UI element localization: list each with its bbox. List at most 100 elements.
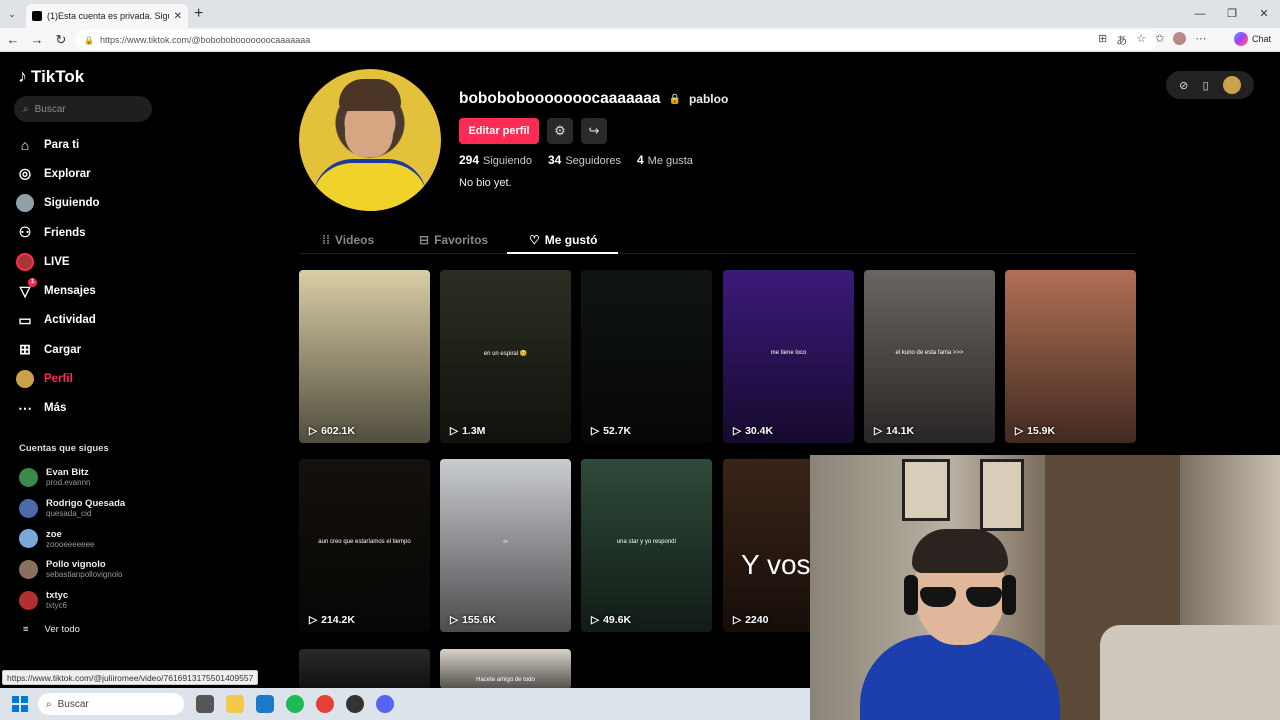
video-card[interactable]: una star y yo respondí ▷ 49.6K: [581, 459, 712, 632]
coins-icon[interactable]: ⊘: [1179, 79, 1188, 92]
close-tab-icon[interactable]: ✕: [174, 11, 182, 22]
url-text: https://www.tiktok.com/@boboboboooooooca…: [99, 35, 311, 45]
messages-icon: ▽ 1: [16, 278, 37, 300]
following-stat[interactable]: 294 Siguiendo: [459, 153, 532, 167]
profile-avatar-icon[interactable]: [1173, 32, 1187, 45]
tab-favoritos[interactable]: ⊟ Favoritos: [419, 226, 488, 254]
restore-button[interactable]: ❐: [1216, 0, 1248, 28]
followers-stat[interactable]: 34 Seguidores: [548, 153, 621, 167]
video-caption: el kuno de esta fama >>>: [895, 349, 964, 356]
likes-stat: 4 Me gusta: [636, 153, 693, 167]
view-count: ▷ 30.4K: [733, 425, 774, 437]
play-icon: ▷: [591, 425, 600, 437]
video-card[interactable]: en un espiral 😊 ▷ 1.3M: [440, 270, 571, 443]
menu-dots-icon[interactable]: ⋯: [1195, 32, 1206, 48]
settings-button[interactable]: ⚙: [547, 118, 573, 144]
favorites-icon[interactable]: ✩: [1155, 32, 1164, 48]
avatar: [19, 467, 38, 487]
share-button[interactable]: ↪: [581, 118, 607, 144]
video-caption: aun creo que estaríamos el tiempo: [318, 538, 411, 545]
video-card[interactable]: me tiene loco ▷ 30.4K: [723, 270, 854, 443]
video-card[interactable]: el kuno de esta fama >>> ▷ 14.1K: [864, 270, 995, 443]
back-button[interactable]: ←: [4, 31, 22, 49]
tiktok-favicon-icon: [32, 11, 42, 21]
view-count: ▷ 49.6K: [591, 614, 632, 626]
avatar: [19, 559, 38, 579]
video-card[interactable]: [299, 649, 430, 689]
link-status-bar: https://www.tiktok.com/@juliiromee/video…: [2, 670, 259, 685]
sidebar-item-mas[interactable]: ⋯ Más: [16, 394, 176, 423]
play-icon: ▷: [309, 614, 318, 626]
video-card[interactable]: ▷ 15.9K: [1005, 270, 1136, 443]
friends-icon: ⚇: [18, 224, 32, 241]
site-info-icon[interactable]: 🔒: [84, 36, 94, 45]
tab-list-chevron-icon[interactable]: ⌄: [4, 6, 20, 22]
tab-me-gusto[interactable]: ♡ Me gustó: [529, 226, 597, 254]
heart-icon: ♡: [529, 233, 540, 247]
translate-icon[interactable]: あ: [1116, 32, 1127, 48]
sidebar-item-mensajes[interactable]: ▽ 1 Mensajes: [16, 276, 176, 305]
chrome-icon[interactable]: [316, 695, 334, 713]
profile-tabs: ⁞⁞ Videos ⊟ Favoritos ♡ Me gustó: [299, 226, 1135, 254]
tab-videos[interactable]: ⁞⁞ Videos: [322, 226, 374, 254]
following-item[interactable]: txtyc txtyc6: [19, 585, 125, 616]
file-explorer-icon[interactable]: [226, 695, 244, 713]
browser-tab-tiktok[interactable]: (1)Esta cuenta es privada. Sigue es ✕: [26, 4, 188, 28]
sidebar-item-actividad[interactable]: ▭ Actividad: [16, 306, 176, 335]
video-card[interactable]: aun creo que estaríamos el tiempo ▷ 214.2K: [299, 459, 430, 632]
video-card[interactable]: ∞ ▷ 155.6K: [440, 459, 571, 632]
video-card[interactable]: ▷ 602.1K: [299, 270, 430, 443]
copilot-chat-button[interactable]: Chat: [1234, 32, 1271, 46]
forward-button[interactable]: →: [28, 31, 46, 49]
following-item[interactable]: zoe zoooeeeeeee: [19, 523, 125, 554]
gear-icon: ⚙: [554, 123, 566, 138]
minimize-button[interactable]: —: [1184, 0, 1216, 28]
copilot-icon: [1234, 32, 1248, 46]
activity-icon: ▭: [18, 311, 32, 328]
app-available-icon[interactable]: ⊞: [1098, 32, 1107, 48]
view-count: ▷ 602.1K: [309, 425, 355, 437]
edge-icon[interactable]: [256, 695, 274, 713]
active-tab-indicator: [507, 252, 618, 254]
sidebar-item-live[interactable]: LIVE: [16, 247, 176, 276]
video-card[interactable]: Hacete amigo de todo: [440, 649, 571, 689]
new-tab-button[interactable]: +: [194, 4, 203, 24]
unread-badge: 1: [28, 278, 37, 288]
search-input[interactable]: ⌕ Buscar: [14, 96, 152, 122]
see-all-button[interactable]: ≡ Ver todo: [23, 624, 80, 635]
video-card[interactable]: ▷ 52.7K: [581, 270, 712, 443]
sidebar-item-siguiendo[interactable]: Siguiendo: [16, 189, 176, 218]
task-view-icon[interactable]: [196, 695, 214, 713]
edit-profile-button[interactable]: Editar perfil: [459, 118, 539, 144]
reload-button[interactable]: ↻: [52, 31, 70, 49]
device-icon[interactable]: ▯: [1203, 79, 1209, 92]
sidebar-item-perfil[interactable]: Perfil: [16, 364, 176, 393]
view-count: ▷ 14.1K: [874, 425, 915, 437]
taskbar-search-input[interactable]: ⌕ Buscar: [38, 693, 184, 715]
following-item[interactable]: Pollo vignolo sebastianpollovignolo: [19, 554, 125, 585]
favorite-star-icon[interactable]: ☆: [1136, 32, 1146, 48]
sidebar-item-para-ti[interactable]: ⌂ Para ti: [16, 130, 176, 159]
tiktok-logo[interactable]: ♪ TikTok: [18, 66, 84, 87]
following-item[interactable]: Rodrigo Quesada quesada_cid: [19, 493, 125, 524]
sidebar-item-explorar[interactable]: ◎ Explorar: [16, 159, 176, 188]
avatar: [19, 529, 38, 549]
address-bar-row: ← → ↻ 🔒 https://www.tiktok.com/@bobobobo…: [0, 28, 1280, 52]
close-window-button[interactable]: ✕: [1248, 0, 1280, 28]
windows-start-icon[interactable]: [12, 696, 28, 712]
url-field[interactable]: 🔒 https://www.tiktok.com/@bobobobooooooo…: [76, 30, 1158, 50]
home-icon: ⌂: [20, 136, 30, 153]
tiktok-note-icon: ♪: [18, 66, 27, 86]
discord-icon[interactable]: [376, 695, 394, 713]
video-overlay-text: Y vos: [741, 549, 811, 580]
sidebar-item-friends[interactable]: ⚇ Friends: [16, 218, 176, 247]
spotify-icon[interactable]: [286, 695, 304, 713]
obs-icon[interactable]: [346, 695, 364, 713]
tab-title: (1)Esta cuenta es privada. Sigue es: [47, 11, 169, 21]
avatar: [19, 498, 38, 518]
sidebar-item-cargar[interactable]: ⊞ Cargar: [16, 335, 176, 364]
profile-picture[interactable]: [299, 69, 441, 211]
following-item[interactable]: Evan Bitz prod.evannn: [19, 462, 125, 493]
user-avatar[interactable]: [1222, 76, 1241, 94]
video-caption: me tiene loco: [770, 349, 807, 356]
